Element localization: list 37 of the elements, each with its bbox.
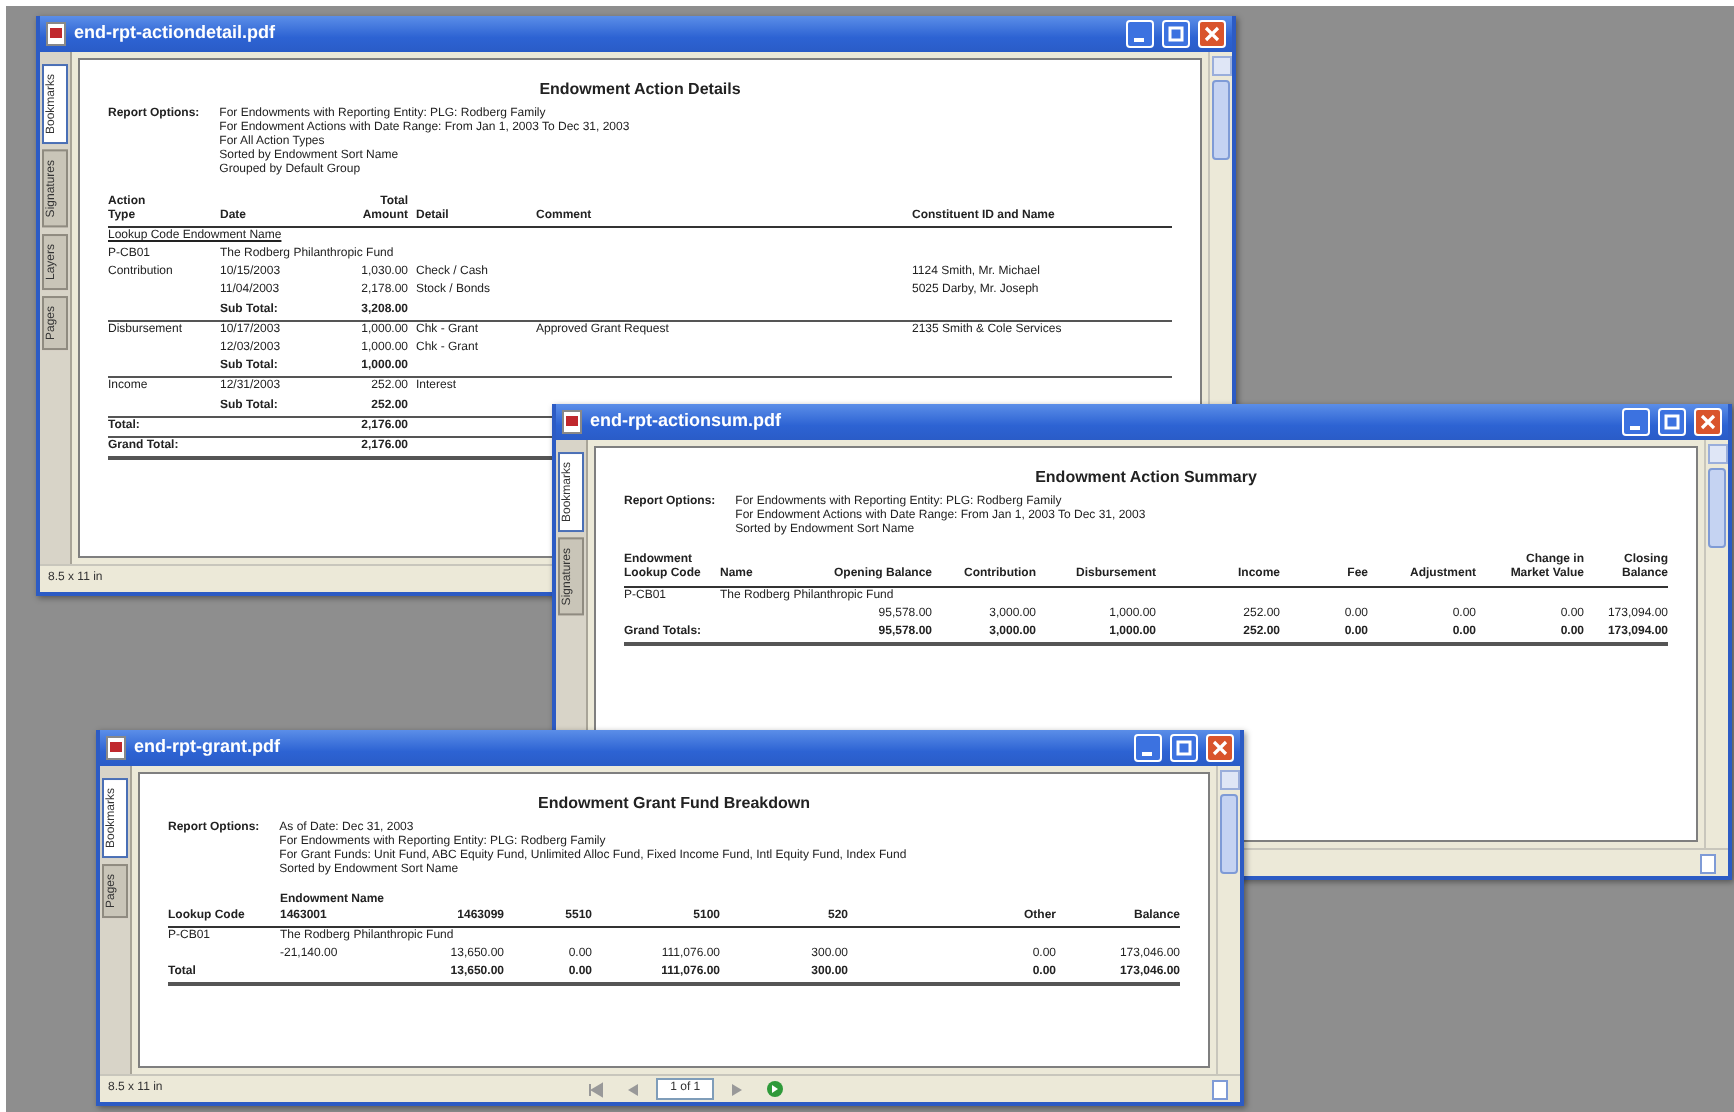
pdf-file-icon bbox=[562, 410, 582, 434]
single-page-icon bbox=[1700, 853, 1716, 873]
pdf-file-icon bbox=[46, 22, 66, 46]
window-title: end-rpt-grant.pdf bbox=[134, 734, 282, 761]
maximize-button[interactable] bbox=[1170, 734, 1198, 762]
scroll-thumb[interactable] bbox=[1220, 794, 1238, 874]
report-title: Endowment Grant Fund Breakdown bbox=[535, 794, 812, 814]
maximize-button[interactable] bbox=[1162, 20, 1190, 48]
close-icon bbox=[1204, 26, 1220, 42]
close-icon bbox=[1700, 414, 1716, 430]
play-circle-icon bbox=[765, 1080, 784, 1098]
window-title: end-rpt-actiondetail.pdf bbox=[74, 20, 277, 47]
pdf-file-icon bbox=[106, 736, 126, 760]
first-page-button[interactable] bbox=[584, 1079, 609, 1099]
window-title: end-rpt-actionsum.pdf bbox=[590, 408, 783, 435]
maximize-button[interactable] bbox=[1658, 408, 1686, 436]
maximize-icon bbox=[1168, 26, 1184, 42]
minimize-button[interactable] bbox=[1134, 734, 1162, 762]
close-icon bbox=[1212, 740, 1228, 756]
maximize-icon bbox=[1176, 740, 1192, 756]
close-button[interactable] bbox=[1694, 408, 1722, 436]
close-button[interactable] bbox=[1206, 734, 1234, 762]
scroll-thumb[interactable] bbox=[1708, 468, 1726, 548]
previous-page-icon bbox=[624, 1081, 641, 1097]
close-button[interactable] bbox=[1198, 20, 1226, 48]
page-view-button[interactable] bbox=[1696, 853, 1720, 873]
scroll-thumb[interactable] bbox=[1212, 80, 1230, 160]
first-page-icon bbox=[588, 1081, 605, 1097]
go-forward-button[interactable] bbox=[762, 1079, 787, 1099]
single-page-icon bbox=[1212, 1079, 1229, 1099]
minimize-button[interactable] bbox=[1126, 20, 1154, 48]
minimize-button[interactable] bbox=[1622, 408, 1650, 436]
report-title: Endowment Action Details bbox=[537, 80, 743, 100]
next-page-icon bbox=[730, 1081, 747, 1097]
page-view-button[interactable] bbox=[1208, 1079, 1233, 1099]
maximize-icon bbox=[1664, 414, 1680, 430]
report-title: Endowment Action Summary bbox=[1033, 468, 1259, 488]
